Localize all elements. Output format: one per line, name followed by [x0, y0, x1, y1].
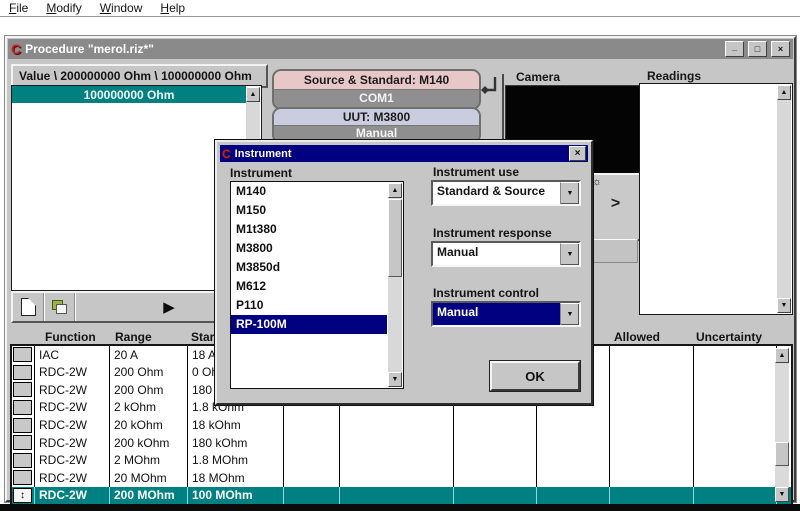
hook-arrow-down-icon — [478, 75, 502, 103]
instrument-dialog: C Instrument × Instrument M140 M150 M1t3… — [215, 140, 593, 405]
table-row[interactable]: RDC-2W20 MOhm18 MOhm — [12, 469, 791, 487]
camera-status-field — [590, 239, 638, 263]
instrument-control-label: Instrument control — [433, 286, 539, 300]
instrument-control-combo[interactable]: Manual ▼ — [431, 301, 581, 327]
table-row[interactable]: RDC-2W200 kOhm180 kOhm — [12, 434, 791, 452]
scroll-down-icon[interactable]: ▼ — [777, 298, 791, 313]
dialog-title: Instrument — [235, 148, 565, 160]
instrument-list-label: Instrument — [230, 166, 292, 180]
bottom-strip — [0, 504, 800, 511]
window-title: Procedure "merol.riz*" — [25, 42, 721, 56]
app-icon: C — [222, 147, 231, 161]
ok-button[interactable]: OK — [490, 361, 580, 391]
scroll-up-icon[interactable]: ▲ — [246, 87, 260, 102]
screen: File Modify Window Help C Procedure "mer… — [0, 0, 800, 511]
row-marker[interactable] — [13, 400, 32, 415]
menu-divider — [0, 16, 800, 17]
instrument-item[interactable]: M612 — [231, 277, 387, 296]
scroll-down-icon[interactable]: ▼ — [388, 372, 402, 387]
instrument-item[interactable]: M150 — [231, 201, 387, 220]
new-document-button[interactable] — [13, 293, 44, 321]
instrument-list-scrollbar[interactable]: ▲ ▼ — [388, 183, 402, 387]
menu-file[interactable]: File — [0, 1, 37, 15]
menu-window[interactable]: Window — [91, 1, 152, 15]
uut-button[interactable]: UUT: M3800 Manual — [272, 107, 481, 144]
dropdown-arrow-icon[interactable]: ▼ — [560, 243, 579, 265]
replace-icon — [52, 300, 67, 314]
readings-label: Readings — [647, 69, 701, 83]
dropdown-arrow-icon[interactable]: ▼ — [560, 303, 579, 325]
scroll-down-icon[interactable]: ▼ — [775, 487, 789, 502]
column-header-uncertainty[interactable]: Uncertainty — [679, 330, 779, 344]
camera-label: Camera — [516, 70, 560, 84]
row-marker[interactable] — [13, 382, 32, 397]
scroll-thumb[interactable] — [775, 442, 789, 466]
table-row[interactable]: RDC-2W20 kOhm18 kOhm — [12, 416, 791, 434]
camera-control-panel[interactable]: ☼ > — [588, 173, 643, 241]
row-marker[interactable] — [13, 453, 32, 468]
document-icon — [21, 298, 36, 316]
instrument-use-combo[interactable]: Standard & Source ▼ — [431, 180, 581, 206]
row-marker[interactable] — [13, 435, 32, 450]
instrument-use-label: Instrument use — [433, 165, 519, 179]
instrument-control-value: Manual — [433, 303, 560, 325]
replace-button[interactable] — [44, 293, 75, 321]
instrument-use-value: Standard & Source — [433, 182, 560, 204]
scroll-up-icon[interactable]: ▲ — [775, 348, 789, 363]
dialog-title-bar[interactable]: C Instrument × — [220, 145, 588, 162]
instrument-response-combo[interactable]: Manual ▼ — [431, 241, 581, 267]
instrument-response-label: Instrument response — [433, 226, 552, 240]
source-standard-button[interactable]: Source & Standard: M140 COM1 — [272, 69, 481, 110]
uut-label: UUT: M3800 — [274, 109, 479, 126]
title-bar[interactable]: C Procedure "merol.riz*" _ □ × — [8, 39, 793, 59]
instrument-item-selected[interactable]: RP-100M — [231, 315, 387, 334]
instrument-item[interactable]: M3850d — [231, 258, 387, 277]
scroll-thumb[interactable] — [388, 199, 402, 277]
instrument-response-value: Manual — [433, 243, 560, 265]
source-port-label: COM1 — [274, 90, 479, 105]
dropdown-arrow-icon[interactable]: ▼ — [560, 182, 579, 204]
close-button[interactable]: × — [771, 41, 790, 57]
row-marker[interactable] — [13, 347, 32, 362]
row-marker[interactable] — [13, 418, 32, 433]
column-header-allowed[interactable]: Allowed — [597, 330, 677, 344]
readings-scrollbar[interactable]: ▲ ▼ — [777, 85, 791, 313]
row-marker[interactable] — [13, 365, 32, 380]
instrument-item[interactable]: M140 — [231, 182, 387, 201]
menu-modify[interactable]: Modify — [37, 1, 90, 15]
chevron-right-icon[interactable]: > — [590, 195, 641, 213]
uut-mode-label: Manual — [274, 126, 479, 139]
column-header-function[interactable]: Function — [45, 330, 96, 344]
scroll-up-icon[interactable]: ▲ — [388, 183, 402, 198]
table-row[interactable]: RDC-2W2 MOhm1.8 MOhm — [12, 451, 791, 469]
app-icon: C — [11, 42, 21, 56]
instrument-list[interactable]: M140 M150 M1t380 M3800 M3850d M612 P110 … — [230, 181, 404, 389]
instrument-item[interactable]: M1t380 — [231, 220, 387, 239]
instrument-item[interactable]: P110 — [231, 296, 387, 315]
updown-icon[interactable]: ↕ — [13, 488, 32, 503]
value-list-selected-item[interactable]: 100000000 Ohm — [12, 86, 246, 103]
instrument-item[interactable]: M3800 — [231, 239, 387, 258]
table-row-selected[interactable]: ↕ RDC-2W200 MOhm100 MOhm — [12, 487, 791, 505]
maximize-button[interactable]: □ — [748, 41, 767, 57]
source-standard-label: Source & Standard: M140 — [274, 71, 479, 90]
scroll-up-icon[interactable]: ▲ — [777, 85, 791, 100]
menu-help[interactable]: Help — [151, 1, 194, 15]
dialog-close-button[interactable]: × — [569, 146, 586, 161]
menu-bar: File Modify Window Help — [0, 0, 800, 16]
row-marker[interactable] — [13, 470, 32, 485]
brightness-icon: ☼ — [592, 176, 602, 188]
play-icon: ▶ — [163, 298, 175, 316]
minimize-button[interactable]: _ — [725, 41, 744, 57]
readings-list[interactable]: ▲ ▼ — [639, 83, 793, 315]
column-header-range[interactable]: Range — [115, 330, 152, 344]
table-scrollbar[interactable]: ▲ ▼ — [775, 348, 789, 502]
